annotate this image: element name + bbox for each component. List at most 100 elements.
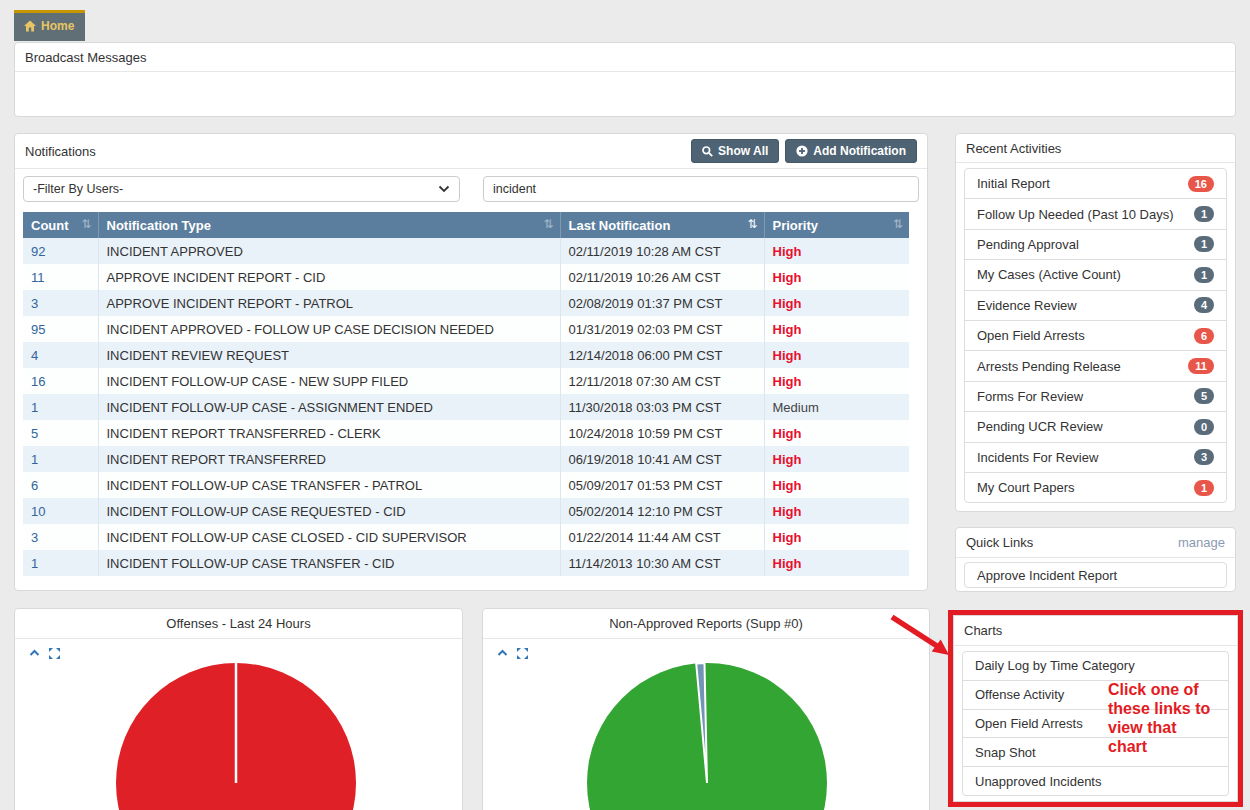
table-row: 5 INCIDENT REPORT TRANSFERRED - CLERK 10…	[23, 420, 909, 446]
notification-count-link[interactable]: 95	[23, 316, 98, 342]
notification-type: INCIDENT FOLLOW-UP CASE - ASSIGNMENT END…	[98, 394, 560, 420]
count-badge: 0	[1194, 419, 1214, 435]
notification-count-link[interactable]: 16	[23, 368, 98, 394]
count-badge: 3	[1194, 449, 1214, 465]
notification-priority: Medium	[764, 394, 909, 420]
notification-priority: High	[764, 264, 909, 290]
plus-circle-icon	[796, 145, 808, 157]
nonapproved-pie-chart[interactable]	[483, 639, 929, 810]
notifications-title: Notifications	[25, 144, 96, 159]
notification-last: 12/11/2018 07:30 AM CST	[560, 368, 764, 394]
notification-search-input[interactable]	[483, 176, 919, 202]
column-header[interactable]: Priority ⇅	[764, 212, 909, 238]
column-header[interactable]: Notification Type ⇅	[98, 212, 560, 238]
tab-home-label: Home	[41, 19, 74, 33]
table-row: 92 INCIDENT APPROVED 02/11/2019 10:28 AM…	[23, 238, 909, 264]
recent-activity-item[interactable]: Follow Up Needed (Past 10 Days) 1	[964, 198, 1227, 229]
notification-type: INCIDENT FOLLOW-UP CASE REQUESTED - CID	[98, 498, 560, 524]
notification-type: INCIDENT REPORT TRANSFERRED	[98, 446, 560, 472]
column-header[interactable]: Last Notification ⇅	[560, 212, 764, 238]
count-badge: 11	[1188, 358, 1214, 374]
offenses-chart-panel: Offenses - Last 24 Hours	[14, 608, 463, 810]
table-row: 3 APPROVE INCIDENT REPORT - PATROL 02/08…	[23, 290, 909, 316]
notification-count-link[interactable]: 10	[23, 498, 98, 524]
chart-link-item[interactable]: Unapproved Incidents	[962, 766, 1229, 796]
home-dashboard: Home Broadcast Messages Notifications Sh…	[0, 0, 1250, 810]
show-all-button[interactable]: Show All	[691, 139, 779, 163]
recent-activity-item[interactable]: Evidence Review 4	[964, 290, 1227, 321]
filter-by-users-select[interactable]: -Filter By Users-	[23, 176, 460, 202]
notification-count-link[interactable]: 3	[23, 524, 98, 550]
annotation-arrow	[885, 603, 957, 663]
tab-home[interactable]: Home	[14, 10, 85, 41]
notification-last: 05/02/2014 12:10 PM CST	[560, 498, 764, 524]
recent-activity-item[interactable]: Pending Approval 1	[964, 229, 1227, 260]
count-badge: 4	[1194, 297, 1214, 313]
notification-priority: High	[764, 550, 909, 576]
table-row: 3 INCIDENT FOLLOW-UP CASE CLOSED - CID S…	[23, 524, 909, 550]
notification-priority: High	[764, 472, 909, 498]
notification-count-link[interactable]: 1	[23, 394, 98, 420]
sort-icon[interactable]: ⇅	[747, 217, 757, 231]
notification-priority: High	[764, 446, 909, 472]
table-row: 1 INCIDENT FOLLOW-UP CASE - ASSIGNMENT E…	[23, 394, 909, 420]
notification-count-link[interactable]: 92	[23, 238, 98, 264]
sort-icon[interactable]: ⇅	[543, 217, 553, 231]
broadcast-messages-title: Broadcast Messages	[25, 50, 146, 65]
notification-count-link[interactable]: 6	[23, 472, 98, 498]
recent-activity-item[interactable]: Initial Report 16	[964, 168, 1227, 199]
chart-link-item[interactable]: Daily Log by Time Category	[962, 651, 1229, 681]
sort-icon[interactable]: ⇅	[893, 217, 903, 231]
recent-activity-item[interactable]: Arrests Pending Release 11	[964, 350, 1227, 381]
manage-link[interactable]: manage	[1178, 535, 1225, 550]
notification-priority: High	[764, 368, 909, 394]
count-badge: 16	[1188, 176, 1214, 192]
notification-type: INCIDENT FOLLOW-UP CASE - NEW SUPP FILED	[98, 368, 560, 394]
table-row: 95 INCIDENT APPROVED - FOLLOW UP CASE DE…	[23, 316, 909, 342]
quick-links-panel: Quick Links manage Approve Incident Repo…	[955, 527, 1236, 592]
add-notification-button[interactable]: Add Notification	[785, 139, 917, 163]
recent-activity-item[interactable]: Forms For Review 5	[964, 381, 1227, 412]
notification-count-link[interactable]: 4	[23, 342, 98, 368]
nonapproved-chart-title: Non-Approved Reports (Supp #0)	[609, 616, 803, 631]
notification-type: INCIDENT APPROVED - FOLLOW UP CASE DECIS…	[98, 316, 560, 342]
collapse-chevron-icon[interactable]	[29, 648, 40, 659]
annotation-text: Click one ofthese links toview thatchart	[1108, 680, 1248, 756]
home-icon	[24, 20, 36, 32]
table-row: 6 INCIDENT FOLLOW-UP CASE TRANSFER - PAT…	[23, 472, 909, 498]
notifications-table-header: Count ⇅ Notification Type ⇅ Last Notific…	[23, 212, 909, 238]
notification-count-link[interactable]: 3	[23, 290, 98, 316]
notification-count-link[interactable]: 5	[23, 420, 98, 446]
notification-count-link[interactable]: 11	[23, 264, 98, 290]
notifications-panel: Notifications Show All Add Notificati	[14, 133, 928, 591]
notification-type: APPROVE INCIDENT REPORT - CID	[98, 264, 560, 290]
recent-activity-item[interactable]: Pending UCR Review 0	[964, 411, 1227, 442]
notification-last: 10/24/2018 10:59 PM CST	[560, 420, 764, 446]
notification-priority: High	[764, 524, 909, 550]
broadcast-messages-panel: Broadcast Messages	[14, 42, 1236, 117]
notifications-table: Count ⇅ Notification Type ⇅ Last Notific…	[23, 212, 909, 576]
table-row: 10 INCIDENT FOLLOW-UP CASE REQUESTED - C…	[23, 498, 909, 524]
quick-links-list: Approve Incident Report	[964, 562, 1227, 588]
table-row: 16 INCIDENT FOLLOW-UP CASE - NEW SUPP FI…	[23, 368, 909, 394]
notification-count-link[interactable]: 1	[23, 550, 98, 576]
expand-icon[interactable]	[517, 648, 528, 659]
quick-link-item[interactable]: Approve Incident Report	[964, 562, 1227, 588]
recent-activity-item[interactable]: Open Field Arrests 6	[964, 320, 1227, 351]
offenses-pie-chart[interactable]	[15, 639, 462, 810]
notification-count-link[interactable]: 1	[23, 446, 98, 472]
notification-last: 02/11/2019 10:28 AM CST	[560, 238, 764, 264]
recent-activity-item[interactable]: Incidents For Review 3	[964, 442, 1227, 473]
expand-icon[interactable]	[49, 648, 60, 659]
chevron-down-icon	[438, 185, 450, 193]
sort-icon[interactable]: ⇅	[81, 217, 91, 231]
collapse-chevron-icon[interactable]	[497, 648, 508, 659]
notification-last: 01/31/2019 02:03 PM CST	[560, 316, 764, 342]
notification-last: 02/08/2019 01:37 PM CST	[560, 290, 764, 316]
notification-last: 05/09/2017 01:53 PM CST	[560, 472, 764, 498]
count-badge: 1	[1194, 480, 1214, 496]
column-header[interactable]: Count ⇅	[23, 212, 98, 238]
notification-last: 06/19/2018 10:41 AM CST	[560, 446, 764, 472]
recent-activity-item[interactable]: My Cases (Active Count) 1	[964, 259, 1227, 290]
recent-activity-item[interactable]: My Court Papers 1	[964, 472, 1227, 503]
